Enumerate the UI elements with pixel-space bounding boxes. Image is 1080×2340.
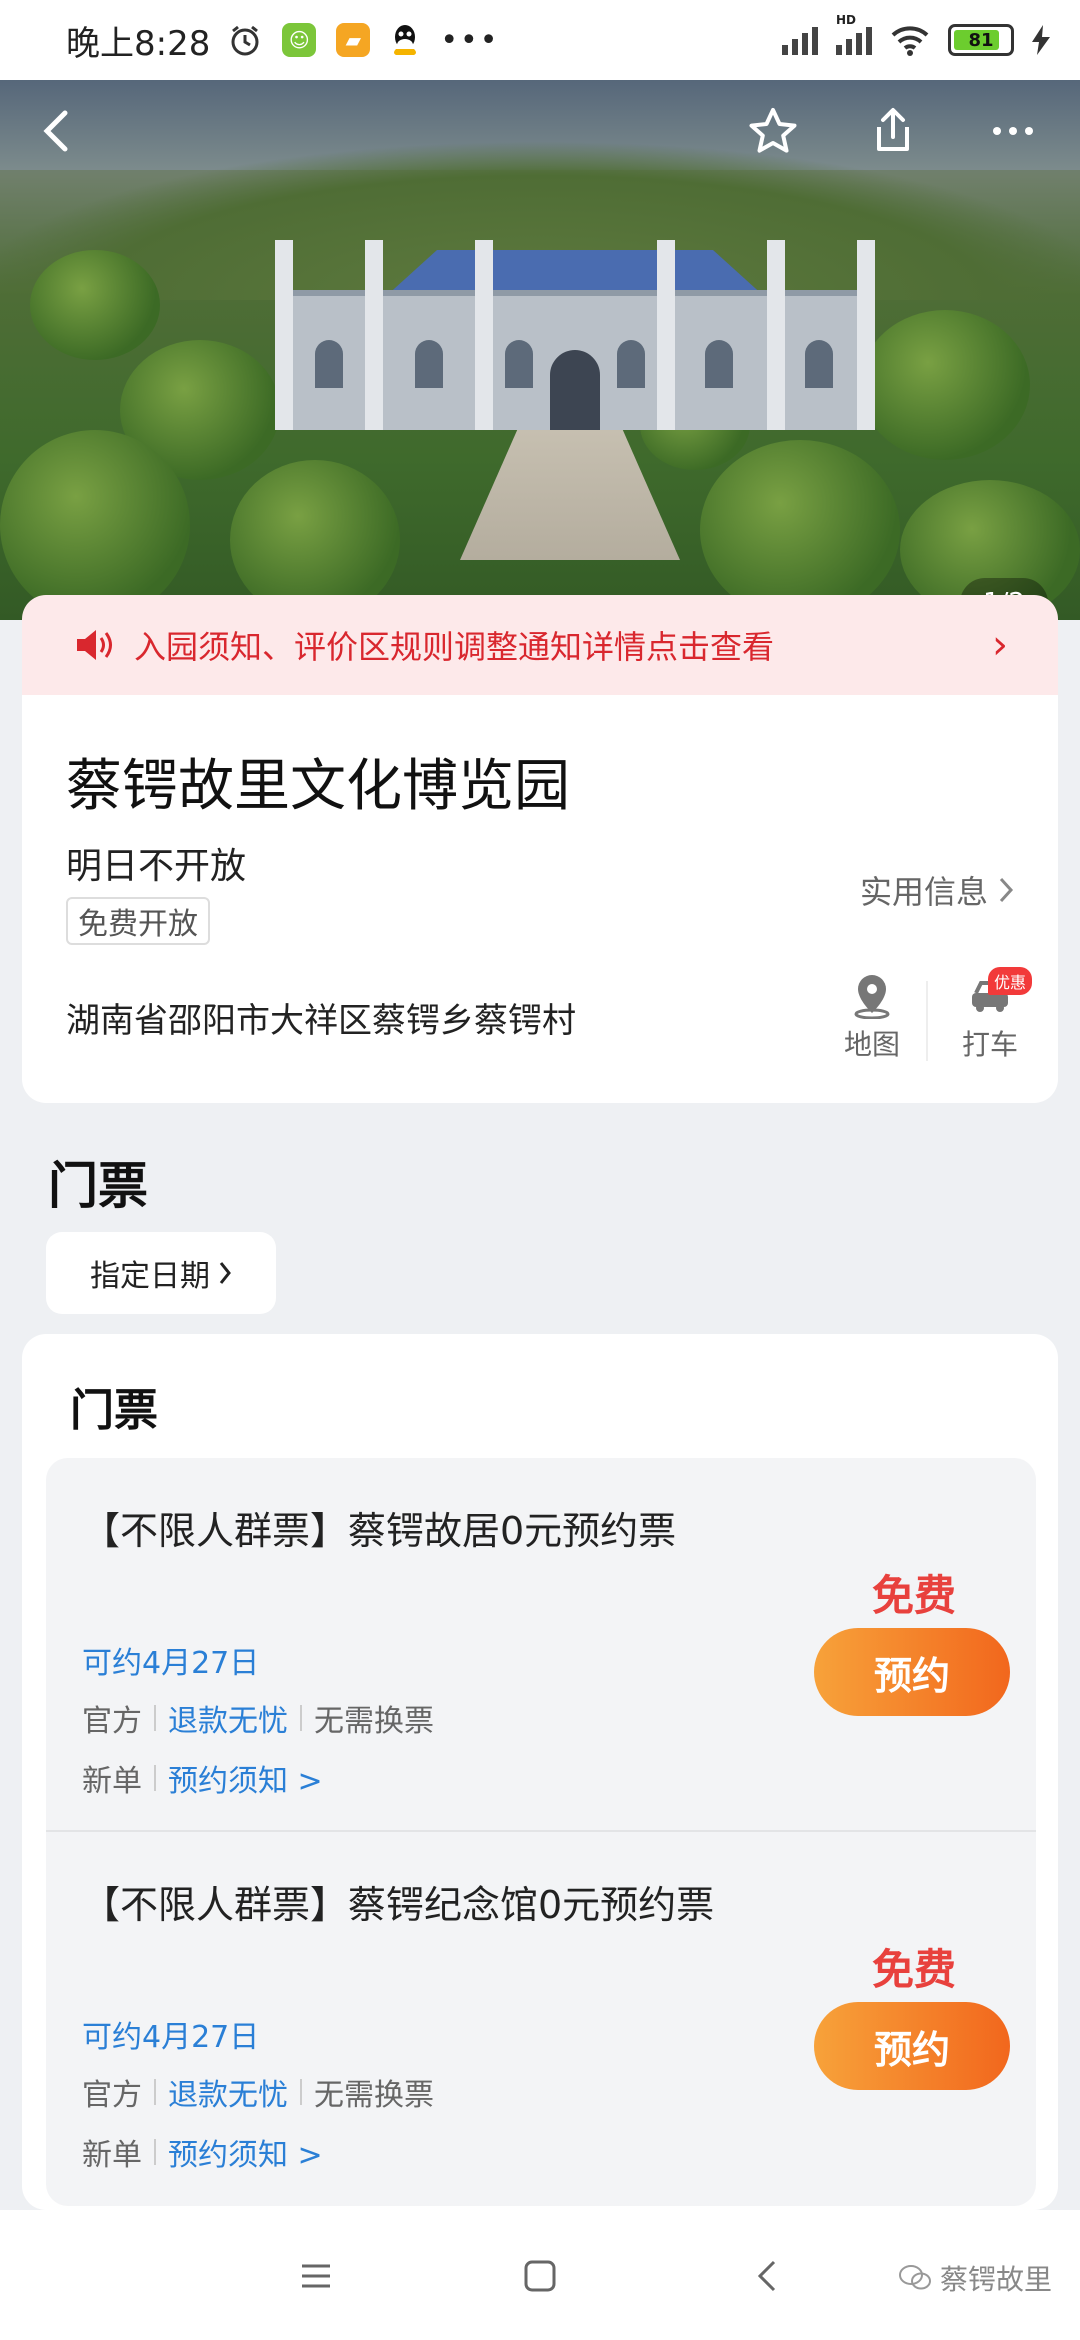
booking-notice-link[interactable]: 预约须知 > <box>168 2130 323 2174</box>
ticket-name: 【不限人群票】蔡锷故居0元预约票 <box>82 1509 677 1553</box>
home-square-icon <box>524 2260 556 2292</box>
tickets-heading: 门票 <box>48 1157 148 1215</box>
gallery-notification-icon: ▰ <box>336 23 371 57</box>
menu-button[interactable] <box>288 2248 344 2304</box>
alarm-icon <box>231 25 259 56</box>
practical-info-link[interactable]: 实用信息 <box>860 867 1014 913</box>
chevron-right-icon <box>219 1262 231 1284</box>
signal-hd-icon: HD <box>836 13 872 55</box>
wifi-icon <box>891 26 929 56</box>
divider <box>926 981 928 1061</box>
book-button[interactable]: 预约 <box>814 2002 1010 2090</box>
ticket-card: 门票 【不限人群票】蔡锷故居0元预约票 可约4月27日 官方 退款无忧 无需换票… <box>22 1334 1058 2210</box>
map-label: 地图 <box>843 1028 900 1061</box>
more-icon <box>993 127 1033 135</box>
signal-icon <box>782 25 818 55</box>
home-button[interactable] <box>512 2248 568 2304</box>
share-button[interactable] <box>858 96 928 166</box>
speaker-icon <box>77 630 112 660</box>
new-order-tag: 新单 <box>82 1764 142 1799</box>
share-icon <box>877 108 909 151</box>
new-order-tag: 新单 <box>82 2138 142 2173</box>
status-bar: 晚上8:28 ☺ ▰ ••• HD 81 <box>0 0 1080 80</box>
back-button[interactable] <box>22 96 92 166</box>
attraction-info-card: 蔡锷故里文化博览园 明日不开放 免费开放 实用信息 湖南省邵阳市大祥区蔡锷乡蔡锷… <box>22 695 1058 1103</box>
hero-image[interactable]: 1/2 <box>0 80 1080 620</box>
system-nav-bar: 蔡锷故里 <box>0 2210 1080 2340</box>
taxi-button[interactable]: 优惠 打车 <box>942 967 1038 1063</box>
ticket-price: 免费 <box>871 1945 956 1994</box>
app-notification-icon: ☺ <box>282 23 317 57</box>
ticket-item[interactable]: 【不限人群票】蔡锷纪念馆0元预约票 可约4月27日 官方 退款无忧 无需换票 新… <box>46 1832 1036 2206</box>
qq-icon <box>394 25 417 55</box>
ticket-availability: 可约4月27日 <box>82 2020 260 2055</box>
official-tag: 官方 <box>82 1704 142 1739</box>
ticket-price: 免费 <box>871 1571 956 1620</box>
charging-icon <box>1032 25 1050 55</box>
wechat-watermark: 蔡锷故里 <box>898 2258 1052 2298</box>
map-pin-icon <box>854 975 890 1019</box>
ticket-name: 【不限人群票】蔡锷纪念馆0元预约票 <box>82 1883 715 1927</box>
ticket-item[interactable]: 【不限人群票】蔡锷故居0元预约票 可约4月27日 官方 退款无忧 无需换票 新单… <box>46 1458 1036 1832</box>
museum-building <box>275 230 875 430</box>
address-text[interactable]: 湖南省邵阳市大祥区蔡锷乡蔡锷村 <box>66 993 576 1042</box>
select-date-button[interactable]: 指定日期 <box>46 1232 276 1314</box>
ticket-tags: 官方 退款无忧 无需换票 <box>82 2070 434 2114</box>
booking-notice-link[interactable]: 预约须知 > <box>168 1756 323 1800</box>
no-exchange-tag: 无需换票 <box>314 1704 434 1739</box>
ticket-list: 【不限人群票】蔡锷故居0元预约票 可约4月27日 官方 退款无忧 无需换票 新单… <box>46 1458 1036 2206</box>
status-notification-icons: ☺ ▰ ••• <box>228 23 499 58</box>
ticket-tags-row2: 新单 预约须知 > <box>82 2130 323 2174</box>
chevron-right-icon <box>999 877 1014 903</box>
star-icon <box>749 108 797 153</box>
notice-text: 入园须知、评价区规则调整通知详情点击查看 <box>134 628 775 666</box>
watermark-text: 蔡锷故里 <box>939 2263 1052 2296</box>
chevron-right-icon: › <box>992 622 1008 668</box>
refund-tag: 退款无忧 <box>168 1704 288 1739</box>
more-button[interactable] <box>978 96 1048 166</box>
attraction-title: 蔡锷故里文化博览园 <box>66 754 570 819</box>
official-tag: 官方 <box>82 2078 142 2113</box>
back-icon <box>43 110 68 152</box>
ticket-availability: 可约4月27日 <box>82 1646 260 1681</box>
no-exchange-tag: 无需换票 <box>314 2078 434 2113</box>
practical-info-label: 实用信息 <box>859 873 988 911</box>
menu-icon <box>302 2264 330 2288</box>
open-status: 明日不开放 <box>66 846 247 887</box>
taxi-label: 打车 <box>961 1028 1018 1061</box>
wechat-icon <box>898 2265 931 2290</box>
more-notifications-icon: ••• <box>440 22 500 58</box>
system-back-button[interactable] <box>740 2248 796 2304</box>
free-open-tag: 免费开放 <box>66 897 210 945</box>
battery-icon: 81 <box>948 24 1014 56</box>
promo-badge: 优惠 <box>988 967 1033 995</box>
ticket-tags: 官方 退款无忧 无需换票 <box>82 1696 434 1740</box>
map-button[interactable]: 地图 <box>832 973 912 1063</box>
status-time: 晚上8:28 <box>66 23 211 64</box>
back-arrow-icon <box>757 2260 776 2292</box>
ticket-tags-row2: 新单 预约须知 > <box>82 1756 323 1800</box>
select-date-label: 指定日期 <box>90 1259 210 1294</box>
favorite-button[interactable] <box>738 96 808 166</box>
ticket-card-title: 门票 <box>70 1385 158 1436</box>
book-button[interactable]: 预约 <box>814 1628 1010 1716</box>
refund-tag: 退款无忧 <box>168 2078 288 2113</box>
notice-banner[interactable]: 入园须知、评价区规则调整通知详情点击查看 › <box>22 595 1058 695</box>
